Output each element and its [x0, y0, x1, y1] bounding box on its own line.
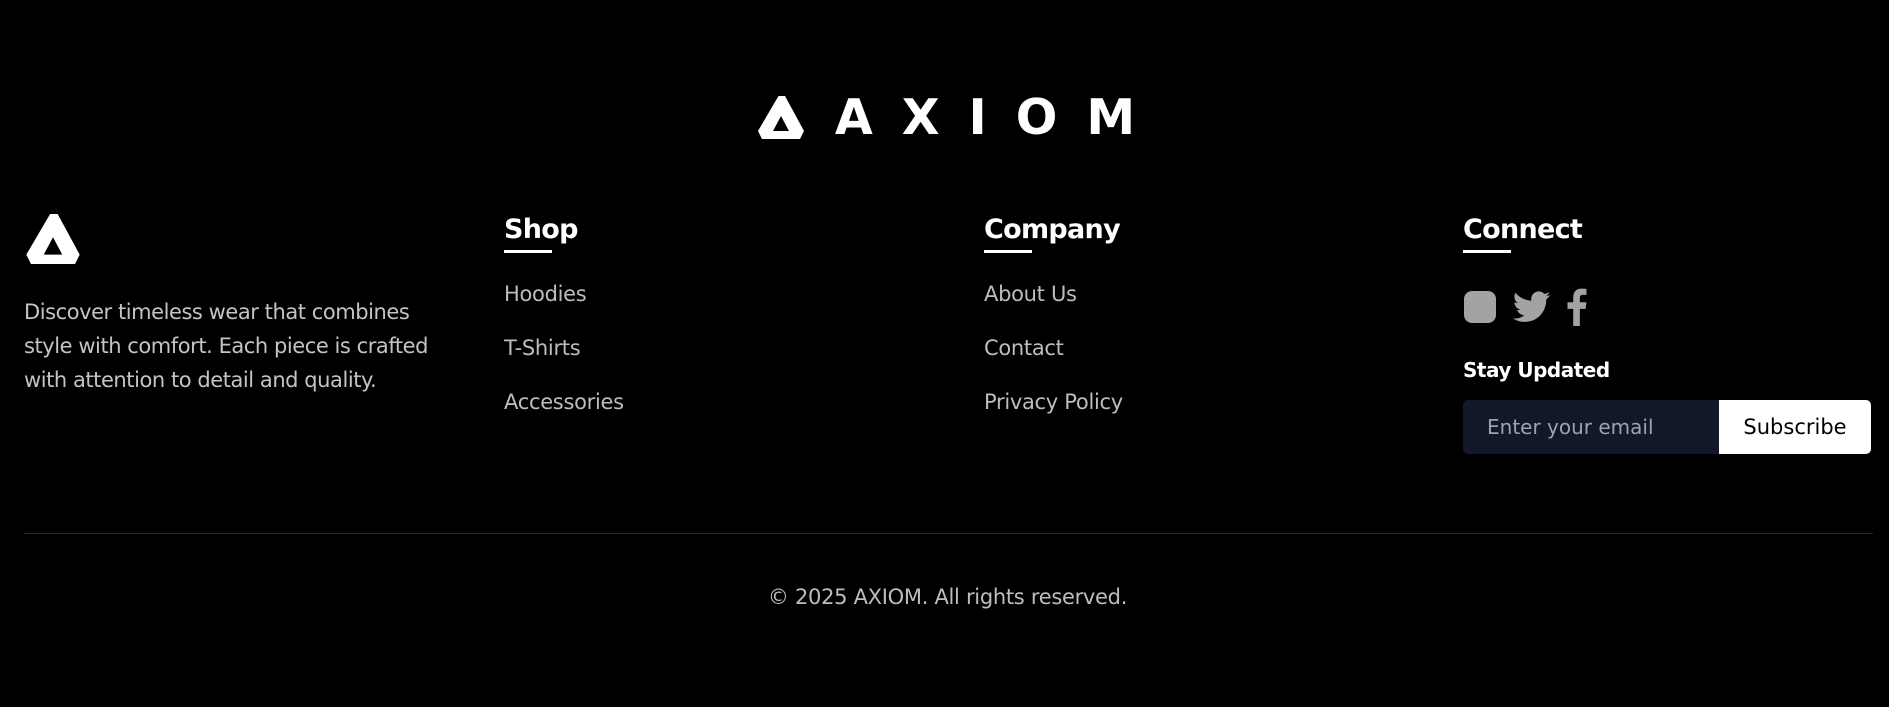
connect-heading: Connect [1463, 214, 1583, 245]
twitter-icon[interactable] [1513, 290, 1551, 324]
company-links: About Us Contact Privacy Policy [984, 277, 1384, 439]
footer-divider [24, 533, 1873, 534]
shop-heading: Shop [504, 214, 578, 245]
company-heading: Company [984, 214, 1121, 245]
instagram-icon[interactable] [1463, 290, 1497, 324]
newsletter-title: Stay Updated [1463, 358, 1610, 382]
subscribe-button[interactable]: Subscribe [1719, 400, 1871, 454]
axiom-logo-icon [757, 95, 804, 139]
footer-wordmark: AXIOM [0, 92, 1889, 142]
company-link-contact[interactable]: Contact [984, 331, 1384, 385]
facebook-icon[interactable] [1567, 288, 1587, 326]
heading-underline [504, 250, 552, 253]
shop-link-t-shirts[interactable]: T-Shirts [504, 331, 904, 385]
copyright-text: © 2025 AXIOM. All rights reserved. [767, 585, 1128, 609]
connect-column: Connect Stay Updated Subscribe [1463, 212, 1873, 454]
company-link-privacy-policy[interactable]: Privacy Policy [984, 385, 1384, 439]
heading-underline [1463, 250, 1511, 253]
email-input[interactable] [1463, 400, 1719, 454]
brand-column: Discover timeless wear that combines sty… [24, 212, 444, 397]
brand-wordmark: AXIOM [834, 88, 1165, 146]
company-link-about-us[interactable]: About Us [984, 277, 1384, 331]
shop-link-accessories[interactable]: Accessories [504, 385, 904, 439]
heading-underline [984, 250, 1032, 253]
shop-link-hoodies[interactable]: Hoodies [504, 277, 904, 331]
newsletter-form: Subscribe [1463, 400, 1871, 454]
brand-logo-icon [26, 214, 80, 264]
brand-description: Discover timeless wear that combines sty… [24, 300, 429, 392]
company-column: Company About Us Contact Privacy Policy [984, 212, 1384, 439]
social-links [1463, 287, 1873, 327]
shop-column: Shop Hoodies T-Shirts Accessories [504, 212, 904, 439]
shop-links: Hoodies T-Shirts Accessories [504, 277, 904, 439]
